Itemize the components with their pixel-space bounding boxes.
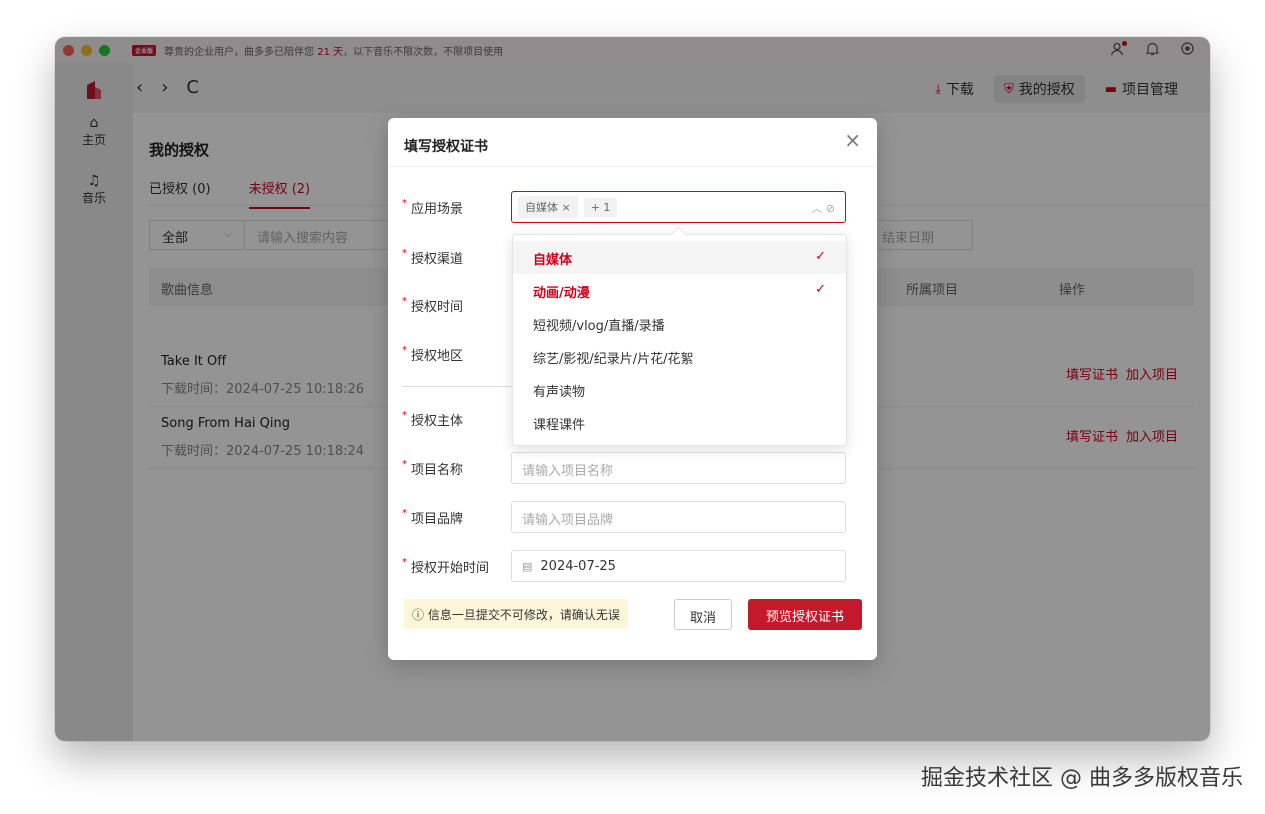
scene-chip: 自媒体 ×: [518, 196, 578, 218]
required-mark: *: [402, 459, 407, 470]
scene-label-text: 应用场景: [411, 202, 464, 217]
scene-dropdown: 自媒体 ✓ 动画/动漫 ✓ 短视频/vlog/直播/录播 综艺/影视/纪录片/片花/…: [512, 234, 847, 446]
required-mark: *: [402, 296, 407, 307]
required-mark: *: [402, 345, 407, 356]
start-time-label-text: 授权开始时间: [411, 561, 490, 576]
required-mark: *: [402, 410, 407, 421]
region-label: * 授权地区: [402, 345, 463, 364]
calendar-icon: ▤: [522, 559, 533, 573]
channel-label-text: 授权渠道: [411, 252, 464, 267]
project-name-input[interactable]: 请输入项目名称: [511, 452, 846, 484]
dropdown-option[interactable]: 短视频/vlog/直播/录播: [513, 307, 846, 340]
project-name-label: * 项目名称: [402, 459, 463, 478]
modal-title: 填写授权证书: [404, 139, 488, 155]
modal-divider: [388, 166, 877, 167]
check-icon: ✓: [815, 282, 826, 297]
channel-label: * 授权渠道: [402, 248, 463, 267]
chevron-up-icon: ︿ ⊘: [811, 202, 835, 215]
required-mark: *: [402, 557, 407, 568]
preview-certificate-button[interactable]: 预览授权证书: [748, 599, 862, 630]
start-time-label: * 授权开始时间: [402, 557, 489, 576]
required-mark: *: [402, 248, 407, 259]
option-label: 有声读物: [533, 385, 586, 400]
remove-chip-icon[interactable]: ×: [562, 201, 571, 214]
option-label: 自媒体: [533, 253, 573, 268]
project-brand-label-text: 项目品牌: [411, 512, 464, 527]
dropdown-option[interactable]: 动画/动漫 ✓: [513, 274, 846, 307]
option-label: 课程课件: [533, 418, 586, 433]
option-label: 动画/动漫: [533, 286, 590, 301]
time-label: * 授权时间: [402, 296, 463, 315]
start-date-value: 2024-07-25: [540, 558, 616, 574]
dropdown-option[interactable]: 综艺/影视/纪录片/片花/花絮: [513, 340, 846, 373]
dropdown-option[interactable]: 有声读物: [513, 373, 846, 406]
start-date-picker[interactable]: ▤ 2024-07-25: [511, 550, 846, 582]
warning-banner: ⓘ 信息一旦提交不可修改，请确认无误: [404, 599, 628, 629]
dropdown-option[interactable]: 自媒体 ✓: [513, 241, 846, 274]
section-divider: [402, 386, 512, 387]
option-label: 综艺/影视/纪录片/片花/花絮: [533, 352, 694, 367]
time-label-text: 授权时间: [411, 300, 464, 315]
dropdown-option[interactable]: 课程课件: [513, 406, 846, 439]
scene-more-chip: + 1: [583, 197, 618, 217]
scene-chip-label: 自媒体: [525, 201, 558, 214]
required-mark: *: [402, 198, 407, 209]
subject-label: * 授权主体: [402, 410, 463, 429]
watermark: 掘金技术社区 @ 曲多多版权音乐: [921, 766, 1243, 791]
region-label-text: 授权地区: [411, 349, 464, 364]
project-name-label-text: 项目名称: [411, 463, 464, 478]
check-icon: ✓: [815, 249, 826, 264]
cancel-button[interactable]: 取消: [674, 599, 732, 630]
close-icon[interactable]: ×: [844, 128, 861, 152]
project-brand-input[interactable]: 请输入项目品牌: [511, 501, 846, 533]
project-brand-label: * 项目品牌: [402, 508, 463, 527]
subject-label-text: 授权主体: [411, 414, 464, 429]
scene-select[interactable]: 自媒体 × + 1 ︿ ⊘: [511, 191, 846, 223]
option-label: 短视频/vlog/直播/录播: [533, 319, 665, 334]
required-mark: *: [402, 508, 407, 519]
scene-label: * 应用场景: [402, 198, 463, 217]
